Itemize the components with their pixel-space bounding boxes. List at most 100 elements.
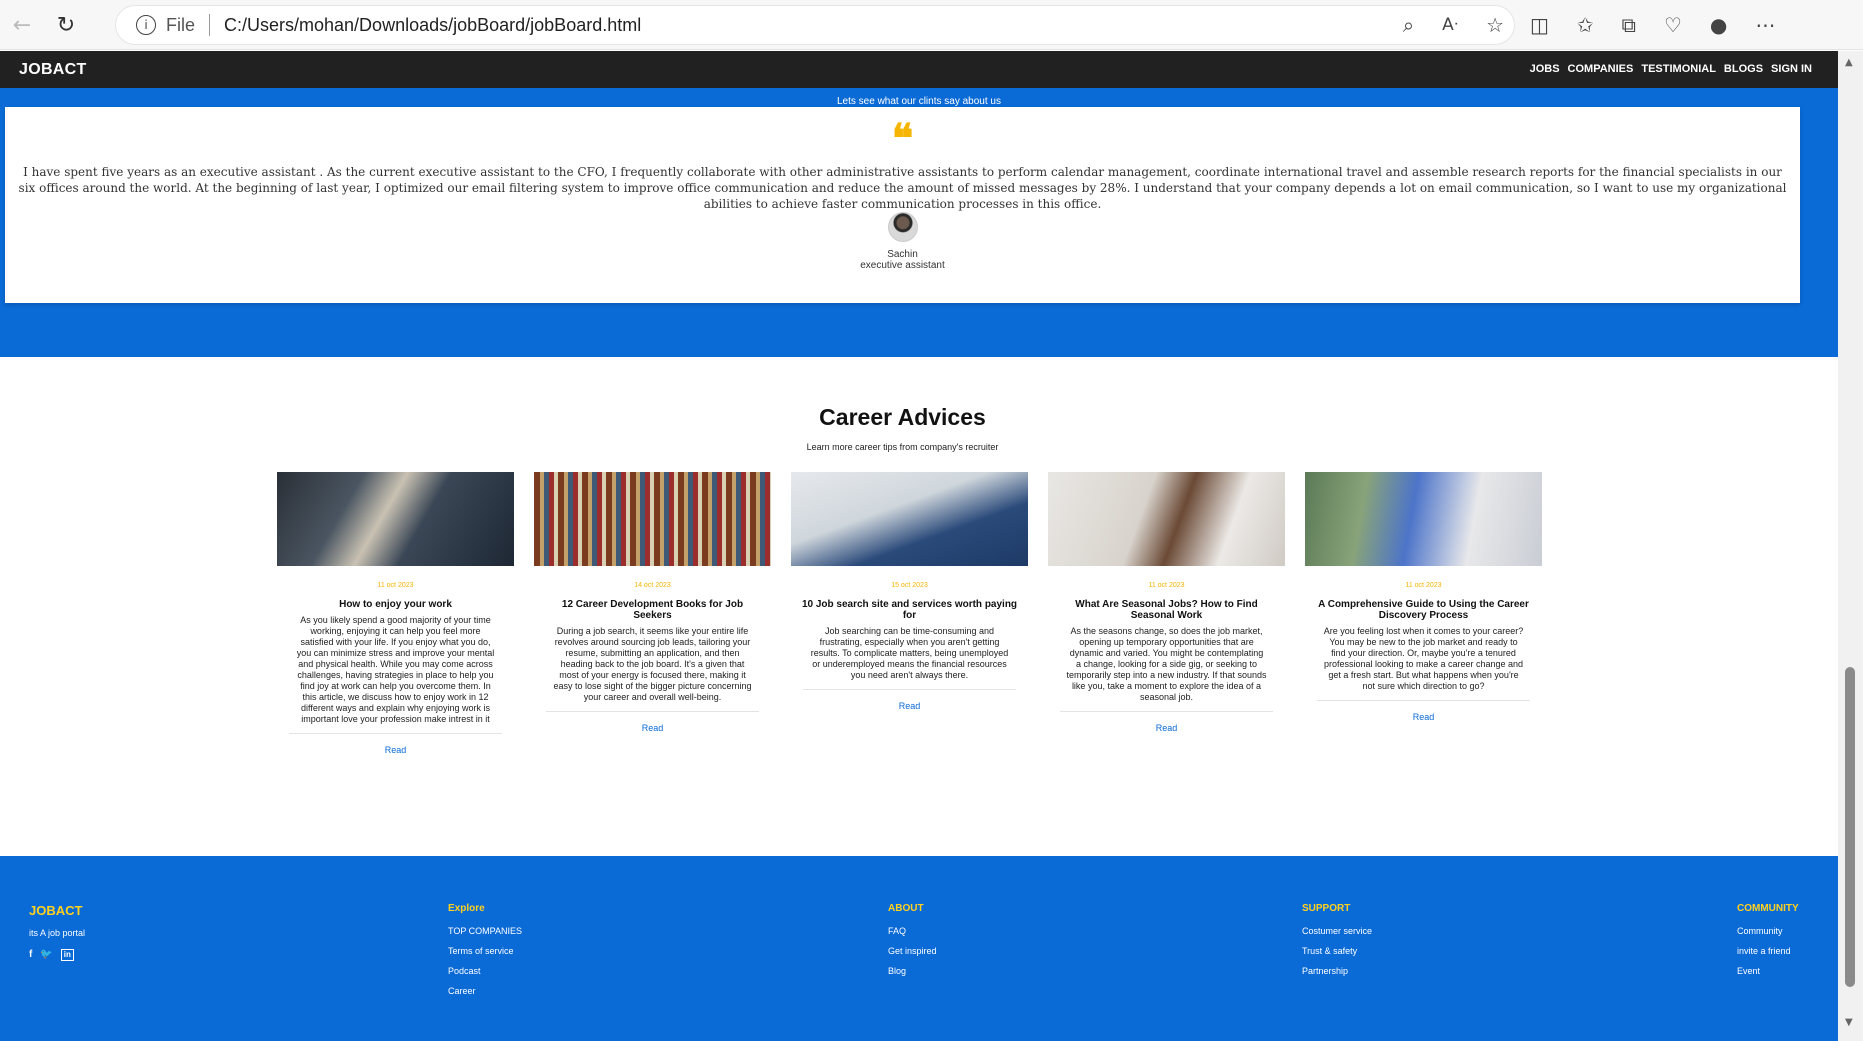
nav-link-sign-in[interactable]: SIGN IN bbox=[1771, 63, 1812, 75]
card-title: 12 Career Development Books for Job Seek… bbox=[561, 599, 744, 621]
file-label: File bbox=[166, 14, 196, 35]
testimonial-card: ❝ I have spent five years as an executiv… bbox=[5, 107, 1800, 303]
card-title: 10 Job search site and services worth pa… bbox=[801, 599, 1018, 621]
nav-link-blogs[interactable]: BLOGS bbox=[1724, 63, 1763, 75]
card-image bbox=[534, 472, 771, 566]
card-body: Job searching can be time-consuming and … bbox=[810, 626, 1009, 680]
footer-heading: ABOUT bbox=[888, 903, 924, 914]
read-link[interactable]: Read bbox=[1048, 723, 1285, 733]
advice-card: 14 oct 2023 12 Career Development Books … bbox=[534, 472, 771, 755]
testimonial-caption: Lets see what our clints say about us bbox=[837, 96, 1001, 107]
nav-link-companies[interactable]: COMPANIES bbox=[1568, 63, 1634, 75]
card-body: As you likely spend a good majority of y… bbox=[296, 615, 495, 724]
address-bar[interactable]: i File C:/Users/mohan/Downloads/jobBoard… bbox=[116, 6, 1514, 44]
section-title: Career Advices bbox=[819, 404, 986, 430]
card-divider bbox=[289, 733, 502, 734]
footer-link[interactable]: Event bbox=[1737, 966, 1791, 986]
footer-heading: COMMUNITY bbox=[1737, 903, 1799, 914]
footer-link[interactable]: Career bbox=[448, 986, 522, 1006]
page-viewport: JOBACT JOBS COMPANIES TESTIMONIAL BLOGS … bbox=[0, 51, 1838, 1041]
scroll-up-icon[interactable]: ▲ bbox=[1845, 57, 1853, 68]
card-image bbox=[791, 472, 1028, 566]
url-text[interactable]: C:/Users/mohan/Downloads/jobBoard/jobBoa… bbox=[224, 15, 641, 36]
linkedin-icon[interactable]: in bbox=[60, 949, 74, 961]
card-image bbox=[1048, 472, 1285, 566]
more-menu-icon[interactable]: ⋯ bbox=[1755, 13, 1775, 37]
reload-icon[interactable]: ↻ bbox=[50, 9, 82, 41]
advice-cards: 11 oct 2023 How to enjoy your work As yo… bbox=[277, 472, 1542, 755]
card-divider bbox=[803, 689, 1016, 690]
favorites-icon[interactable]: ✩ bbox=[1577, 13, 1594, 37]
twitter-icon[interactable]: 🐦 bbox=[40, 949, 52, 961]
testimonial-section: Lets see what our clints say about us ❝ … bbox=[0, 88, 1838, 357]
section-subtitle: Learn more career tips from company's re… bbox=[806, 442, 999, 452]
footer-link[interactable]: Blog bbox=[888, 966, 937, 986]
footer-heading: Explore bbox=[448, 903, 485, 914]
footer-brand: JOBACT bbox=[29, 903, 83, 918]
avatar bbox=[888, 212, 918, 242]
footer-link[interactable]: Community bbox=[1737, 926, 1791, 946]
nav-links: JOBS COMPANIES TESTIMONIAL BLOGS SIGN IN bbox=[1530, 63, 1812, 75]
footer-tagline: its A job portal bbox=[29, 928, 86, 938]
footer-link[interactable]: Trust & safety bbox=[1302, 946, 1372, 966]
testimonial-role: executive assistant bbox=[860, 260, 945, 271]
nav-link-jobs[interactable]: JOBS bbox=[1530, 63, 1560, 75]
quote-icon: ❝ bbox=[891, 115, 914, 162]
advice-card: 11 oct 2023 What Are Seasonal Jobs? How … bbox=[1048, 472, 1285, 755]
testimonial-name: Sachin bbox=[887, 249, 918, 260]
site-brand[interactable]: JOBACT bbox=[19, 61, 87, 79]
card-date: 15 oct 2023 bbox=[891, 582, 928, 589]
footer-link[interactable]: TOP COMPANIES bbox=[448, 926, 522, 946]
browser-toolbar: ← ↻ i File C:/Users/mohan/Downloads/jobB… bbox=[0, 0, 1863, 50]
card-title: A Comprehensive Guide to Using the Caree… bbox=[1318, 599, 1529, 621]
info-icon[interactable]: i bbox=[136, 15, 156, 35]
footer-link[interactable]: FAQ bbox=[888, 926, 937, 946]
read-link[interactable]: Read bbox=[791, 701, 1028, 711]
nav-link-testimonial[interactable]: TESTIMONIAL bbox=[1641, 63, 1716, 75]
card-body: As the seasons change, so does the job m… bbox=[1066, 626, 1267, 702]
card-image bbox=[277, 472, 514, 566]
footer-link[interactable]: Costumer service bbox=[1302, 926, 1372, 946]
advice-card: 11 oct 2023 A Comprehensive Guide to Usi… bbox=[1305, 472, 1542, 755]
footer-link[interactable]: Terms of service bbox=[448, 946, 522, 966]
scroll-down-icon[interactable]: ▼ bbox=[1845, 1017, 1853, 1028]
zoom-icon[interactable]: ⌕ bbox=[1403, 13, 1414, 37]
site-footer: JOBACT its A job portal f 🐦 in Explore T… bbox=[0, 856, 1838, 1041]
card-body: Are you feeling lost when it comes to yo… bbox=[1323, 626, 1524, 691]
browser-essentials-icon[interactable]: ♡ bbox=[1664, 13, 1682, 37]
testimonial-quote: I have spent five years as an executive … bbox=[18, 165, 1787, 211]
back-icon[interactable]: ← bbox=[6, 9, 38, 41]
card-title: How to enjoy your work bbox=[339, 599, 452, 610]
favorite-star-icon[interactable]: ☆ bbox=[1486, 13, 1504, 37]
collections-icon[interactable]: ⧉ bbox=[1622, 13, 1636, 37]
profile-icon[interactable]: ● bbox=[1710, 13, 1727, 37]
footer-link[interactable]: invite a friend bbox=[1737, 946, 1791, 966]
card-date: 11 oct 2023 bbox=[377, 582, 414, 589]
read-link[interactable]: Read bbox=[534, 723, 771, 733]
read-link[interactable]: Read bbox=[1305, 712, 1542, 722]
card-body: During a job search, it seems like your … bbox=[553, 626, 752, 702]
card-divider bbox=[1317, 700, 1530, 701]
card-date: 11 oct 2023 bbox=[1148, 582, 1185, 589]
card-image bbox=[1305, 472, 1542, 566]
card-divider bbox=[1060, 711, 1273, 712]
split-screen-icon[interactable]: ◫ bbox=[1530, 13, 1549, 37]
address-separator bbox=[209, 14, 211, 36]
card-date: 14 oct 2023 bbox=[634, 582, 671, 589]
footer-heading: SUPPORT bbox=[1302, 903, 1351, 914]
card-date: 11 oct 2023 bbox=[1405, 582, 1442, 589]
footer-link[interactable]: Podcast bbox=[448, 966, 522, 986]
footer-link[interactable]: Partnership bbox=[1302, 966, 1372, 986]
page-scrollbar[interactable]: ▲ ▼ bbox=[1838, 51, 1863, 1041]
card-title: What Are Seasonal Jobs? How to Find Seas… bbox=[1075, 599, 1258, 621]
facebook-icon[interactable]: f bbox=[29, 949, 32, 961]
site-navbar: JOBACT JOBS COMPANIES TESTIMONIAL BLOGS … bbox=[0, 51, 1838, 88]
read-link[interactable]: Read bbox=[277, 745, 514, 755]
scroll-thumb[interactable] bbox=[1845, 667, 1855, 987]
card-divider bbox=[546, 711, 759, 712]
social-links: f 🐦 in bbox=[29, 949, 74, 961]
advice-card: 15 oct 2023 10 Job search site and servi… bbox=[791, 472, 1028, 755]
read-aloud-icon[interactable]: Aᐧ bbox=[1442, 15, 1458, 35]
footer-link[interactable]: Get inspired bbox=[888, 946, 937, 966]
advice-card: 11 oct 2023 How to enjoy your work As yo… bbox=[277, 472, 514, 755]
